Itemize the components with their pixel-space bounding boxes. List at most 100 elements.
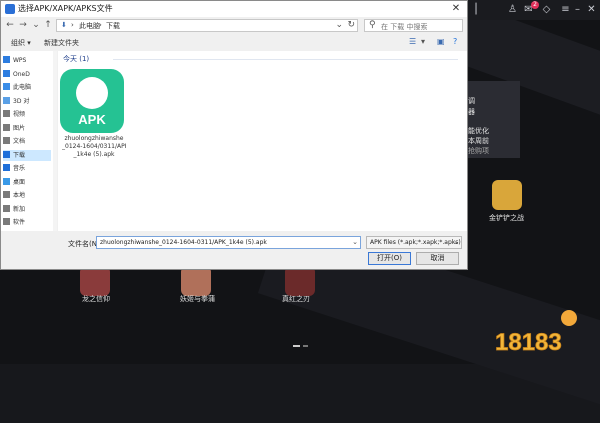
new-folder-button[interactable]: 新建文件夹 <box>44 38 79 48</box>
nav-item-label: 音乐 <box>13 165 26 172</box>
emulator-popup: 调 器 能优化 本周前 抢购项 <box>464 81 520 158</box>
nav-item-icon <box>3 123 10 131</box>
organize-button[interactable]: 组织 ▾ <box>11 38 31 48</box>
navigation-scrollbar[interactable] <box>53 51 57 231</box>
filename-dropdown-icon[interactable]: ⌄ <box>352 237 358 248</box>
nav-item-icon <box>3 83 10 90</box>
game-icon[interactable] <box>492 180 522 210</box>
address-row: ← → ⌄ ↑ ⬇ › 此电脑 › 下载 ⌄ ↻ ⚲ 在 下载 中搜索 <box>1 18 467 34</box>
popup-line: 器 <box>468 108 475 116</box>
nav-item[interactable]: WPS <box>3 55 51 66</box>
nav-item-label: 本地 <box>13 192 26 199</box>
up-arrow-icon[interactable]: ↑ <box>43 20 53 31</box>
nav-item[interactable]: 新加 <box>3 204 51 215</box>
nav-item[interactable]: 本地 <box>3 190 51 201</box>
back-arrow-icon[interactable]: ← <box>5 20 15 31</box>
nav-item-label: 文档 <box>13 138 26 145</box>
filename-input[interactable]: zhuolongzhiwanshe_0124-1604-0311/APK_1k4… <box>96 236 361 249</box>
recent-chevron-icon[interactable]: ⌄ <box>31 20 41 31</box>
group-divider <box>113 59 458 60</box>
nav-item[interactable]: 图片 <box>3 123 51 134</box>
nav-item[interactable]: 3D 对 <box>3 96 51 107</box>
sidebar-toggle-icon[interactable]: ▕ <box>467 4 478 15</box>
file-name-line[interactable]: zhuolongzhiwanshe <box>62 135 126 142</box>
dialog-toolbar: 组织 ▾ 新建文件夹 ☰ ▾ ▣ ? <box>1 35 467 50</box>
nav-item-label: 此电脑 <box>13 84 32 91</box>
nav-item-label: 新加 <box>13 205 26 213</box>
dialog-titlebar: 选择APK/XAPK/APKS文件 ✕ <box>1 1 467 17</box>
cancel-button[interactable]: 取消 <box>416 252 459 265</box>
nav-item[interactable]: 此电脑 <box>3 82 51 93</box>
nav-item-label: WPS <box>13 57 27 64</box>
dialog-close-button[interactable]: ✕ <box>449 1 463 17</box>
page-indicator <box>293 335 311 354</box>
forward-arrow-icon[interactable]: → <box>18 20 28 31</box>
nav-item-icon <box>3 56 10 63</box>
filetype-select[interactable]: APK files (*.apk;*.xapk;*.apks) ⌄ <box>366 236 462 249</box>
breadcrumb-downloads[interactable]: 下载 <box>106 21 120 31</box>
game-icon[interactable] <box>181 266 211 296</box>
nav-item-icon <box>3 69 10 77</box>
apk-icon-label: APK <box>78 112 106 127</box>
dialog-title: 选择APK/XAPK/APKS文件 <box>18 4 113 13</box>
nav-item-icon <box>3 137 10 144</box>
popup-line: 调 <box>468 97 475 105</box>
page-dot[interactable] <box>293 344 300 347</box>
filename-value: zhuolongzhiwanshe_0124-1604-0311/APK_1k4… <box>100 239 267 246</box>
view-options-icon[interactable]: ☰ <box>409 37 416 46</box>
menu-icon[interactable]: ≡ <box>560 4 571 15</box>
nav-item-icon <box>3 110 10 117</box>
filetype-dropdown-icon: ⌄ <box>453 238 459 246</box>
watermark-text: 18183 <box>495 329 562 356</box>
nav-item-label: 视频 <box>13 111 26 118</box>
help-icon[interactable]: ? <box>453 37 457 46</box>
watermark-logo: 18183 <box>495 310 577 356</box>
search-icon: ⚲ <box>369 20 376 30</box>
gift-icon[interactable]: ◇ <box>541 4 552 15</box>
nav-item-label: 软件 <box>13 219 26 226</box>
nav-item[interactable]: OneD <box>3 69 51 80</box>
popup-line: 能优化 <box>468 127 489 135</box>
open-file-dialog: 选择APK/XAPK/APKS文件 ✕ ← → ⌄ ↑ ⬇ › 此电脑 › 下载… <box>0 0 468 270</box>
group-header-today[interactable]: 今天 (1) <box>63 54 89 64</box>
nav-item-icon <box>3 150 10 158</box>
game-icon[interactable] <box>80 266 110 296</box>
nav-item-icon <box>3 177 10 185</box>
search-placeholder: 在 下载 中搜索 <box>381 23 428 31</box>
notification-badge: 2 <box>531 1 539 9</box>
dialog-footer: 文件名(N): zhuolongzhiwanshe_0124-1604-0311… <box>1 232 467 269</box>
close-icon[interactable]: ✕ <box>586 4 597 15</box>
preview-pane-icon[interactable]: ▣ <box>437 37 445 46</box>
nav-item-label: 下载 <box>13 151 26 159</box>
nav-item-icon <box>3 191 10 198</box>
file-list-pane: 今天 (1) APK zhuolongzhiwanshe _0124-1604/… <box>58 51 467 231</box>
game-name: 龙之信仰 <box>82 295 110 303</box>
nav-item[interactable]: 软件 <box>3 217 51 228</box>
search-box[interactable]: ⚲ 在 下载 中搜索 <box>364 19 463 32</box>
nav-item[interactable]: 文档 <box>3 136 51 147</box>
emulator-topbar: ▕ ♙ ✉ 2 ◇ ≡ – ✕ <box>465 0 600 20</box>
view-dropdown-icon[interactable]: ▾ <box>421 37 425 46</box>
nav-item[interactable]: 音乐 <box>3 163 51 174</box>
address-dropdown-icon[interactable]: ⌄ <box>335 20 343 30</box>
page-dot[interactable] <box>303 344 308 347</box>
open-button[interactable]: 打开(O) <box>368 252 411 265</box>
file-name-line[interactable]: _0124-1604/0311/APK <box>62 143 126 150</box>
refresh-icon[interactable]: ↻ <box>347 20 355 30</box>
apk-file-icon[interactable]: APK <box>60 69 124 133</box>
minimize-icon[interactable]: – <box>572 4 583 15</box>
popup-line: 本周前 <box>468 137 489 145</box>
app-icon <box>5 4 15 14</box>
breadcrumb-this-pc[interactable]: 此电脑 <box>79 21 100 31</box>
user-icon[interactable]: ♙ <box>507 4 518 15</box>
file-name-line[interactable]: _1k4e (5).apk <box>62 151 126 158</box>
nav-item[interactable]: 下载 <box>3 149 51 161</box>
address-bar[interactable]: ⬇ › 此电脑 › 下载 ⌄ ↻ <box>56 19 358 32</box>
nav-item[interactable]: 桌面 <box>3 177 51 188</box>
nav-item[interactable]: 视频 <box>3 109 51 120</box>
game-name: 真红之刃 <box>282 295 310 303</box>
navigation-pane: WPS OneD 此电脑 3D 对视频图片文档下载音乐桌面本地新加软件 <box>1 51 53 231</box>
nav-item-icon <box>3 96 10 104</box>
game-icon[interactable] <box>285 266 315 296</box>
game-name: 妖姬与拳蒲 <box>180 295 215 303</box>
